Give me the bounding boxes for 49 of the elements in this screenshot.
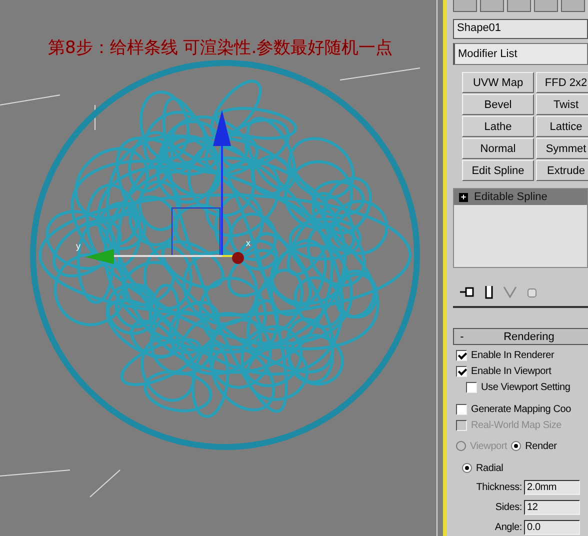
- radio-label: Viewport: [470, 440, 508, 452]
- radio-button[interactable]: [462, 463, 472, 473]
- axis-label: x: [246, 238, 250, 248]
- command-tab[interactable]: [453, 0, 477, 12]
- parameter-field[interactable]: 0.0: [524, 520, 580, 534]
- command-tab[interactable]: [561, 0, 585, 12]
- modifier-button[interactable]: Lattice: [536, 116, 588, 137]
- pin-icon[interactable]: [459, 286, 475, 298]
- checkbox[interactable]: [456, 404, 467, 414]
- parameter-label: Sides:: [495, 502, 522, 512]
- checkbox-label: Generate Mapping Coo: [471, 404, 571, 414]
- checkbox[interactable]: [456, 350, 467, 360]
- rollout-title[interactable]: Rendering: [470, 330, 588, 342]
- object-name-field[interactable]: Shape01: [453, 19, 588, 39]
- checkbox-label: Enable In Viewport: [471, 366, 552, 376]
- checkbox[interactable]: [456, 366, 467, 376]
- modifier-button[interactable]: Edit Spline: [462, 160, 534, 181]
- command-tab[interactable]: [507, 0, 531, 12]
- rollout-toggle[interactable]: -: [454, 330, 470, 342]
- command-tab[interactable]: [480, 0, 504, 12]
- expand-toggle[interactable]: +: [459, 192, 468, 202]
- checkbox[interactable]: [466, 382, 477, 392]
- parameter-field[interactable]: 12: [524, 500, 580, 514]
- viewport-line: [0, 94, 60, 106]
- viewport-line: [90, 470, 120, 498]
- modifier-button[interactable]: UVW Map: [462, 72, 534, 93]
- checkbox-label: Real-World Map Size: [471, 420, 562, 430]
- modifier-button[interactable]: Lathe: [462, 116, 534, 137]
- parameter-field[interactable]: 2.0mm: [524, 480, 580, 494]
- radio-button[interactable]: [511, 441, 522, 451]
- stack-item[interactable]: + Editable Spline: [454, 189, 587, 205]
- modifier-list-dropdown[interactable]: Modifier List: [453, 43, 588, 65]
- command-tab[interactable]: [534, 0, 558, 12]
- axis-label: y: [76, 241, 80, 251]
- modifier-button[interactable]: Extrude: [536, 160, 588, 181]
- radio-label: Radial: [476, 462, 504, 474]
- modifier-button[interactable]: Symmet: [536, 138, 588, 159]
- modifier-button[interactable]: FFD 2x2: [536, 72, 588, 93]
- checkbox-label: Enable In Renderer: [471, 350, 554, 360]
- modifier-button[interactable]: Bevel: [462, 94, 534, 115]
- parameter-label: Thickness:: [476, 482, 522, 492]
- modifier-button[interactable]: Twist: [536, 94, 588, 115]
- viewport-line: [94, 104, 96, 130]
- checkbox-label: Use Viewport Setting: [481, 382, 570, 392]
- radio-label: Render: [525, 440, 557, 452]
- viewport-line: [0, 470, 70, 476]
- parameter-label: Angle:: [494, 522, 522, 532]
- tutorial-caption: 第8步：给样条线 可渲染性.参数最好随机一点: [48, 37, 393, 59]
- modifier-button[interactable]: Normal: [462, 138, 534, 159]
